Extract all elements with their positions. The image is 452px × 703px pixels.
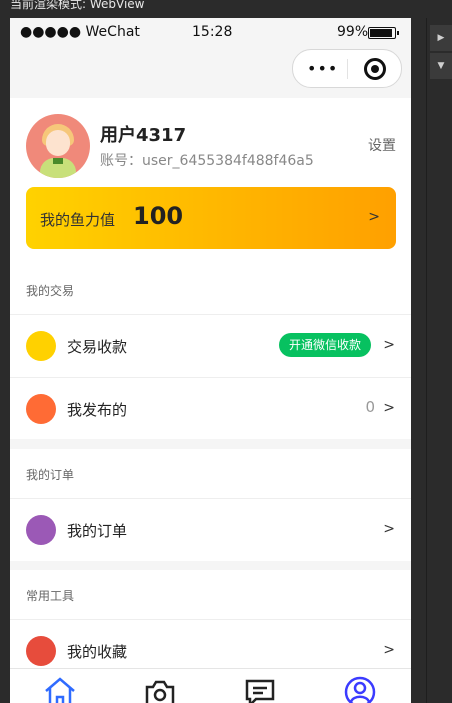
trade-section: 我的交易 交易收款 开通微信收款 > 我发布的 0 > <box>10 265 411 439</box>
section-title: 我的交易 <box>26 284 75 298</box>
tab-home[interactable] <box>43 675 77 703</box>
list-item-label: 交易收款 <box>67 338 128 356</box>
expand-right-icon[interactable]: ▶ <box>430 25 452 51</box>
orders-section: 我的订单 我的订单 > <box>10 449 411 561</box>
status-bar: ●●●●● WeChat 15:28 99% <box>10 18 411 48</box>
username: 用户4317 <box>100 125 187 146</box>
close-target-icon[interactable] <box>364 58 386 80</box>
panel-divider <box>426 18 427 703</box>
tab-bar <box>10 668 411 703</box>
capsule-divider <box>347 59 348 79</box>
fish-power-card[interactable]: 我的鱼力值 100 > <box>26 187 396 249</box>
tools-section: 常用工具 我的收藏 > <box>10 570 411 670</box>
expand-down-icon[interactable]: ▼ <box>430 53 452 79</box>
list-item-my-orders[interactable]: 我的订单 > <box>10 499 411 561</box>
red-circle-icon <box>26 636 56 666</box>
user-icon <box>344 676 376 703</box>
section-title: 常用工具 <box>26 589 75 603</box>
camera-icon <box>145 680 175 703</box>
home-icon <box>45 677 75 703</box>
battery-percent: 99% <box>337 24 369 40</box>
chevron-right-icon: > <box>368 209 380 225</box>
settings-link[interactable]: 设置 <box>368 135 396 155</box>
devtools-render-mode-bar: 当前渲染模式: WebView <box>0 0 452 18</box>
mini-program-capsule: ••• <box>292 49 402 88</box>
battery-icon <box>368 27 399 39</box>
more-icon[interactable]: ••• <box>307 59 338 78</box>
list-item-label: 我的收藏 <box>67 643 128 661</box>
wechat-pay-badge[interactable]: 开通微信收款 <box>279 333 372 357</box>
chevron-right-icon: > <box>383 642 395 658</box>
posts-count: 0 <box>365 398 375 416</box>
tab-camera[interactable] <box>143 675 177 703</box>
phone-screen: ●●●●● WeChat 15:28 99% ••• 用户4317 账号：use… <box>10 18 411 703</box>
tab-profile[interactable] <box>343 675 377 703</box>
section-title: 我的订单 <box>26 468 75 482</box>
account-id: 账号：user_6455384f488f46a5 <box>100 153 314 169</box>
orange-circle-icon <box>26 394 56 424</box>
chevron-right-icon: > <box>383 337 395 353</box>
list-item-trade-payment[interactable]: 交易收款 开通微信收款 > <box>10 315 411 377</box>
profile-card: 用户4317 账号：user_6455384f488f46a5 设置 我的鱼力值… <box>10 98 411 270</box>
chevron-right-icon: > <box>383 521 395 537</box>
message-icon <box>245 679 275 703</box>
tab-messages[interactable] <box>243 675 277 703</box>
avatar[interactable] <box>26 114 90 178</box>
clock: 15:28 <box>192 24 233 40</box>
fish-power-value: 100 <box>133 202 184 230</box>
list-item-label: 我发布的 <box>67 401 128 419</box>
purple-circle-icon <box>26 515 56 545</box>
devtools-side-panel: ▶ ▼ <box>426 18 452 703</box>
fish-power-label: 我的鱼力值 <box>40 211 116 229</box>
yellow-circle-icon <box>26 331 56 361</box>
chevron-right-icon: > <box>383 400 395 416</box>
list-item-my-posts[interactable]: 我发布的 0 > <box>10 378 411 440</box>
render-mode-text: 当前渲染模式: WebView <box>10 0 145 11</box>
list-item-label: 我的订单 <box>67 522 128 540</box>
carrier-label: ●●●●● WeChat <box>20 24 140 40</box>
